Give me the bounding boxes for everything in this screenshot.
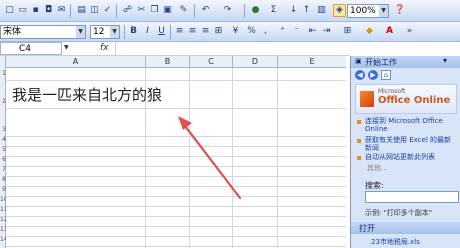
bold-button[interactable]: B xyxy=(128,26,139,37)
percent-button[interactable]: % xyxy=(246,26,257,37)
search-input[interactable] xyxy=(365,191,459,203)
chevron-down-icon: ▼ xyxy=(76,26,85,38)
font-color-icon[interactable]: A xyxy=(384,26,395,37)
chevron-down-icon[interactable]: ▾ xyxy=(443,56,447,65)
auto-update-link[interactable]: 自动从网站更新此列表 xyxy=(365,153,457,161)
font-name-select[interactable]: 宋体 ▼ xyxy=(0,25,86,39)
office-online-banner[interactable]: Microsoft Office Online xyxy=(355,84,457,114)
recent-file-link[interactable]: 23市地税局.xls xyxy=(371,237,420,247)
open-section-header: 打开 xyxy=(351,222,460,234)
comma-style-icon[interactable]: , xyxy=(260,26,271,37)
increase-indent-icon[interactable]: ⇥ xyxy=(321,26,332,37)
font-size-value: 12 xyxy=(93,27,105,37)
name-box[interactable]: C4 xyxy=(0,42,62,55)
open-section-title: 打开 xyxy=(359,224,375,233)
column-headers: A B C D E xyxy=(0,56,346,68)
merge-center-icon[interactable]: ⊞ xyxy=(213,26,224,37)
align-left-icon[interactable]: ≡ xyxy=(174,26,185,37)
borders-icon[interactable]: ⊞ xyxy=(342,26,353,37)
print-icon[interactable]: ▤ xyxy=(76,5,87,16)
decrease-indent-icon[interactable]: ⇤ xyxy=(307,26,318,37)
undo-icon[interactable]: ↶ xyxy=(200,5,211,16)
column-header-e[interactable]: E xyxy=(278,56,346,68)
bullet-icon xyxy=(357,120,361,124)
task-pane-icon: ▣ xyxy=(355,57,362,65)
arrow-head xyxy=(178,116,192,130)
hyperlink-icon[interactable]: ● xyxy=(250,5,261,16)
zoom-value: 100% xyxy=(350,6,376,16)
help-icon[interactable]: ❓ xyxy=(394,5,405,16)
underline-button[interactable]: U xyxy=(156,26,167,37)
task-pane-header: ▣ 开始工作 ▾ xyxy=(351,56,460,68)
sort-ascending-icon[interactable]: ↓ xyxy=(288,5,299,16)
microsoft-label: Microsoft xyxy=(378,88,406,95)
chevron-down-icon: ▼ xyxy=(110,26,119,38)
chevron-down-icon[interactable]: ▼ xyxy=(64,44,69,51)
task-pane: ▣ 开始工作 ▾ ◀ ▶ ⌂ Microsoft Office Online 连… xyxy=(350,56,460,248)
new-icon[interactable]: □ xyxy=(4,5,15,16)
drawing-icon[interactable]: ◈ xyxy=(333,4,346,17)
arrow-shaft xyxy=(180,120,242,200)
home-icon[interactable]: ⌂ xyxy=(381,70,391,80)
column-header-b[interactable]: B xyxy=(146,56,190,68)
align-right-icon[interactable]: ≡ xyxy=(200,26,211,37)
increase-decimal-icon[interactable]: ⁺ xyxy=(277,26,288,37)
latest-news-link[interactable]: 获取有关使用 Excel 的最新新闻 xyxy=(365,136,457,152)
bullet-icon xyxy=(357,156,361,160)
autosum-icon[interactable]: Σ xyxy=(268,5,279,16)
back-icon[interactable]: ◀ xyxy=(355,70,365,80)
decrease-decimal-icon[interactable]: ⁻ xyxy=(291,26,302,37)
spelling-icon[interactable]: ✓ xyxy=(102,5,113,16)
open-icon[interactable]: ▭ xyxy=(17,5,28,16)
office-logo-icon xyxy=(360,91,374,107)
font-name-value: 宋体 xyxy=(3,27,22,37)
connect-office-online-link[interactable]: 连接到 Microsoft Office Online xyxy=(365,117,457,133)
print-preview-icon[interactable]: ◫ xyxy=(89,5,100,16)
formatting-toolbar: 宋体 ▼ 12 ▼ B I U ≡ ≡ ≡ ⊞ ¥ % , ⁺ ⁻ ⇤ ⇥ ⊞ … xyxy=(0,22,460,42)
bullet-icon xyxy=(357,139,361,143)
formula-input[interactable] xyxy=(115,42,350,55)
column-header-d[interactable]: D xyxy=(233,56,278,68)
task-pane-title: 开始工作 xyxy=(365,58,397,67)
column-header-a[interactable]: A xyxy=(6,56,146,68)
office-online-title: Office Online xyxy=(378,95,451,106)
save-icon[interactable]: ▪ xyxy=(30,5,41,16)
forward-icon[interactable]: ▶ xyxy=(368,70,378,80)
annotation-arrow xyxy=(178,116,242,200)
formula-bar: C4 ▼ fx xyxy=(0,42,350,56)
sort-descending-icon[interactable]: ↑ xyxy=(301,5,312,16)
toolbar-options-icon[interactable]: » xyxy=(404,26,415,37)
copy-icon[interactable]: ❐ xyxy=(149,5,160,16)
redo-icon[interactable]: ↷ xyxy=(222,5,233,16)
search-example: 示例: "打印多个副本" xyxy=(365,209,433,217)
permission-icon[interactable]: ◘ xyxy=(43,5,54,16)
column-header-c[interactable]: C xyxy=(190,56,233,68)
currency-icon[interactable]: ¥ xyxy=(230,26,241,37)
email-icon[interactable]: ✉ xyxy=(56,5,67,16)
standard-toolbar: □ ▭ ▪ ◘ ✉ ▤ ◫ ✓ ☍ ✂ ❐ ▣ ✎ ↶ ↷ ● Σ ↓ ↑ ▥ … xyxy=(0,0,460,22)
fill-color-icon[interactable]: ◆ xyxy=(364,26,375,37)
cut-icon[interactable]: ✂ xyxy=(136,5,147,16)
align-center-icon[interactable]: ≡ xyxy=(187,26,198,37)
more-link[interactable]: 其他... xyxy=(367,163,388,173)
font-size-select[interactable]: 12 ▼ xyxy=(90,25,120,39)
zoom-select[interactable]: 100% ▼ xyxy=(347,4,389,18)
search-label: 搜索: xyxy=(365,181,384,190)
format-painter-icon[interactable]: ✎ xyxy=(178,5,189,16)
chart-wizard-icon[interactable]: ▥ xyxy=(316,5,327,16)
italic-button[interactable]: I xyxy=(142,26,153,37)
research-icon[interactable]: ☍ xyxy=(122,5,133,16)
paste-icon[interactable]: ▣ xyxy=(162,5,173,16)
chevron-down-icon: ▼ xyxy=(379,5,388,17)
task-pane-nav: ◀ ▶ ⌂ xyxy=(355,70,395,82)
cell-a2[interactable]: 我是一匹来自北方的狼 xyxy=(12,84,162,105)
name-box-value: C4 xyxy=(19,44,32,54)
fx-icon[interactable]: fx xyxy=(100,43,109,53)
